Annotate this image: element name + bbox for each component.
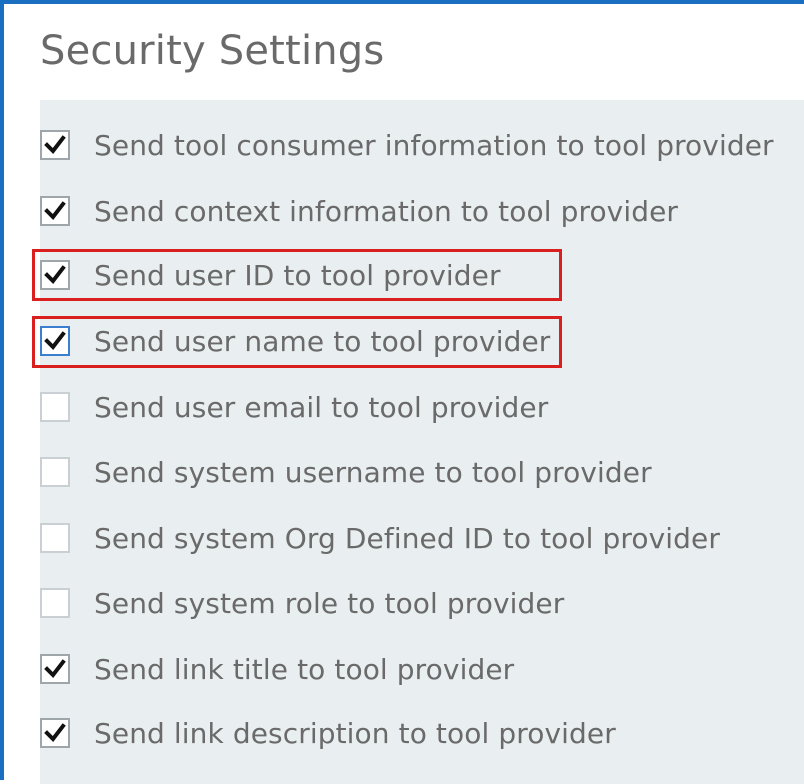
setting-row-context-info[interactable]: Send context information to tool provide…	[40, 186, 678, 236]
checkmark-icon	[44, 331, 66, 351]
setting-row-user-name[interactable]: Send user name to tool provider	[40, 316, 550, 366]
checkmark-icon	[44, 135, 66, 155]
checkmark-icon	[44, 723, 66, 743]
page-title: Security Settings	[40, 28, 385, 74]
setting-label: Send system Org Defined ID to tool provi…	[94, 521, 720, 555]
setting-row-link-description[interactable]: Send link description to tool provider	[40, 708, 616, 758]
checkbox-org-defined-id[interactable]	[40, 523, 70, 553]
checkmark-icon	[44, 201, 66, 221]
setting-label: Send user email to tool provider	[94, 390, 549, 424]
checkbox-context-info[interactable]	[40, 196, 70, 226]
setting-label: Send user ID to tool provider	[94, 258, 501, 292]
checkbox-user-id[interactable]	[40, 260, 70, 290]
setting-row-consumer-info[interactable]: Send tool consumer information to tool p…	[40, 120, 774, 170]
checkbox-consumer-info[interactable]	[40, 130, 70, 160]
setting-label: Send tool consumer information to tool p…	[94, 128, 774, 162]
checkbox-system-username[interactable]	[40, 457, 70, 487]
checkbox-link-description[interactable]	[40, 718, 70, 748]
setting-label: Send system username to tool provider	[94, 455, 652, 489]
setting-label: Send context information to tool provide…	[94, 194, 679, 228]
checkmark-icon	[44, 659, 66, 679]
setting-row-org-defined-id[interactable]: Send system Org Defined ID to tool provi…	[40, 513, 720, 563]
setting-row-user-email[interactable]: Send user email to tool provider	[40, 382, 548, 432]
setting-label: Send user name to tool provider	[94, 324, 551, 358]
checkbox-link-title[interactable]	[40, 654, 70, 684]
setting-row-link-title[interactable]: Send link title to tool provider	[40, 644, 514, 694]
setting-label: Send system role to tool provider	[94, 586, 565, 620]
checkbox-user-email[interactable]	[40, 392, 70, 422]
checkbox-user-name[interactable]	[40, 326, 70, 356]
setting-label: Send link title to tool provider	[94, 652, 515, 686]
checkbox-system-role[interactable]	[40, 588, 70, 618]
checkmark-icon	[44, 265, 66, 285]
setting-row-user-id[interactable]: Send user ID to tool provider	[40, 250, 501, 300]
setting-row-system-username[interactable]: Send system username to tool provider	[40, 447, 652, 497]
setting-row-system-role[interactable]: Send system role to tool provider	[40, 578, 564, 628]
setting-label: Send link description to tool provider	[94, 716, 616, 750]
security-settings-window: Security Settings Send tool consumer inf…	[0, 0, 804, 784]
